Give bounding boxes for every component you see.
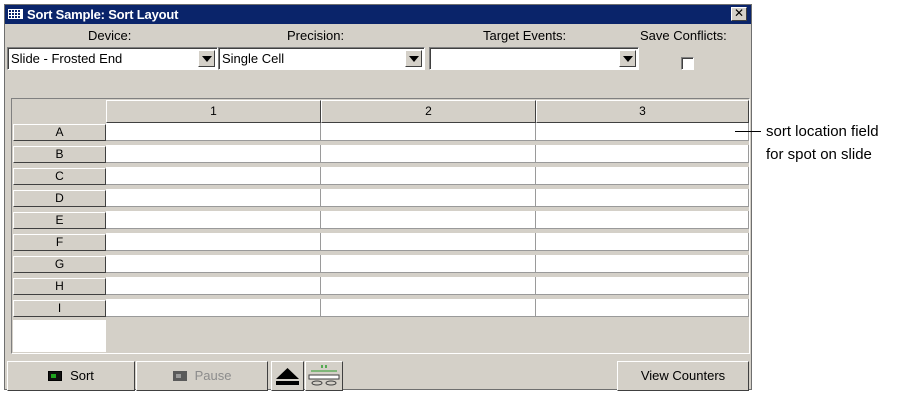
row-header[interactable]: C bbox=[13, 168, 106, 185]
target-events-label: Target Events: bbox=[483, 28, 567, 43]
sort-button-label: Sort bbox=[70, 368, 94, 383]
sort-location-cell[interactable] bbox=[106, 123, 321, 141]
sort-location-cell[interactable] bbox=[536, 145, 749, 163]
close-icon: ✕ bbox=[733, 6, 745, 20]
sort-location-cell[interactable] bbox=[321, 255, 536, 273]
row-header[interactable]: B bbox=[13, 146, 106, 163]
row-header[interactable]: F bbox=[13, 234, 106, 251]
save-conflicts-checkbox[interactable] bbox=[681, 57, 694, 70]
sort-location-cell[interactable] bbox=[321, 233, 536, 251]
sort-location-cell[interactable] bbox=[106, 233, 321, 251]
pause-button[interactable]: Pause bbox=[136, 361, 268, 391]
save-conflicts-label: Save Conflicts: bbox=[640, 28, 727, 43]
sort-location-cell[interactable] bbox=[321, 145, 536, 163]
sort-layout-grid: 123 ABCDEFGHI bbox=[11, 98, 750, 354]
device-dropdown[interactable]: Slide - Frosted End bbox=[7, 47, 218, 70]
sort-location-cell[interactable] bbox=[321, 299, 536, 317]
sort-location-cell[interactable] bbox=[536, 277, 749, 295]
sort-button[interactable]: Sort bbox=[7, 361, 135, 391]
led-indicator-icon bbox=[172, 371, 187, 381]
row-header[interactable]: I bbox=[13, 300, 106, 317]
grid-blank-area bbox=[13, 320, 106, 352]
sort-layout-window: Sort Sample: Sort Layout ✕ Device: Preci… bbox=[4, 4, 752, 391]
sort-location-cell[interactable] bbox=[106, 145, 321, 163]
column-header[interactable]: 1 bbox=[106, 100, 321, 123]
row-header[interactable]: A bbox=[13, 124, 106, 141]
callout-text: sort location field for spot on slide bbox=[766, 120, 879, 166]
sort-location-cell[interactable] bbox=[106, 189, 321, 207]
eject-button[interactable] bbox=[271, 361, 304, 391]
precision-dropdown[interactable]: Single Cell bbox=[218, 47, 425, 70]
view-counters-label: View Counters bbox=[640, 368, 726, 383]
callout-line-1: sort location field bbox=[766, 123, 879, 140]
device-value: Slide - Frosted End bbox=[11, 51, 123, 66]
target-events-dropdown[interactable] bbox=[429, 47, 639, 70]
sort-location-cell[interactable] bbox=[536, 211, 749, 229]
sort-location-cell[interactable] bbox=[536, 189, 749, 207]
column-header[interactable]: 3 bbox=[536, 100, 749, 123]
precision-value: Single Cell bbox=[222, 51, 285, 66]
column-header[interactable]: 2 bbox=[321, 100, 536, 123]
window-title: Sort Sample: Sort Layout bbox=[27, 7, 179, 22]
window-grid-icon bbox=[8, 9, 23, 19]
row-header[interactable]: H bbox=[13, 278, 106, 295]
sort-location-cell[interactable] bbox=[321, 277, 536, 295]
row-header[interactable]: E bbox=[13, 212, 106, 229]
sort-location-cell[interactable] bbox=[536, 123, 749, 141]
sort-location-cell[interactable] bbox=[321, 211, 536, 229]
callout-line-2: for spot on slide bbox=[766, 146, 872, 163]
grid-corner bbox=[13, 100, 106, 123]
callout-line bbox=[735, 131, 761, 132]
chevron-down-icon[interactable] bbox=[619, 50, 636, 67]
sort-location-cell[interactable] bbox=[106, 277, 321, 295]
sort-location-cell[interactable] bbox=[321, 167, 536, 185]
slide-stage-icon bbox=[308, 365, 340, 386]
view-counters-button[interactable]: View Counters bbox=[617, 361, 749, 391]
row-header[interactable]: G bbox=[13, 256, 106, 273]
pause-button-label: Pause bbox=[194, 368, 232, 383]
eject-icon bbox=[276, 368, 299, 385]
sort-location-cell[interactable] bbox=[536, 299, 749, 317]
title-bar[interactable]: Sort Sample: Sort Layout ✕ bbox=[5, 5, 751, 24]
sort-location-cell[interactable] bbox=[536, 167, 749, 185]
close-button[interactable]: ✕ bbox=[731, 7, 747, 21]
sort-location-cell[interactable] bbox=[106, 299, 321, 317]
sort-location-cell[interactable] bbox=[106, 167, 321, 185]
stage-button[interactable] bbox=[305, 361, 343, 391]
precision-label: Precision: bbox=[287, 28, 345, 43]
chevron-down-icon[interactable] bbox=[198, 50, 215, 67]
chevron-down-icon[interactable] bbox=[405, 50, 422, 67]
sort-location-cell[interactable] bbox=[321, 189, 536, 207]
row-header[interactable]: D bbox=[13, 190, 106, 207]
device-label: Device: bbox=[88, 28, 132, 43]
sort-location-cell[interactable] bbox=[321, 123, 536, 141]
sort-location-cell[interactable] bbox=[536, 233, 749, 251]
led-indicator-icon bbox=[48, 371, 63, 381]
grid-body: 123 ABCDEFGHI bbox=[12, 99, 749, 353]
sort-location-cell[interactable] bbox=[106, 255, 321, 273]
sort-location-cell[interactable] bbox=[106, 211, 321, 229]
sort-location-cell[interactable] bbox=[536, 255, 749, 273]
